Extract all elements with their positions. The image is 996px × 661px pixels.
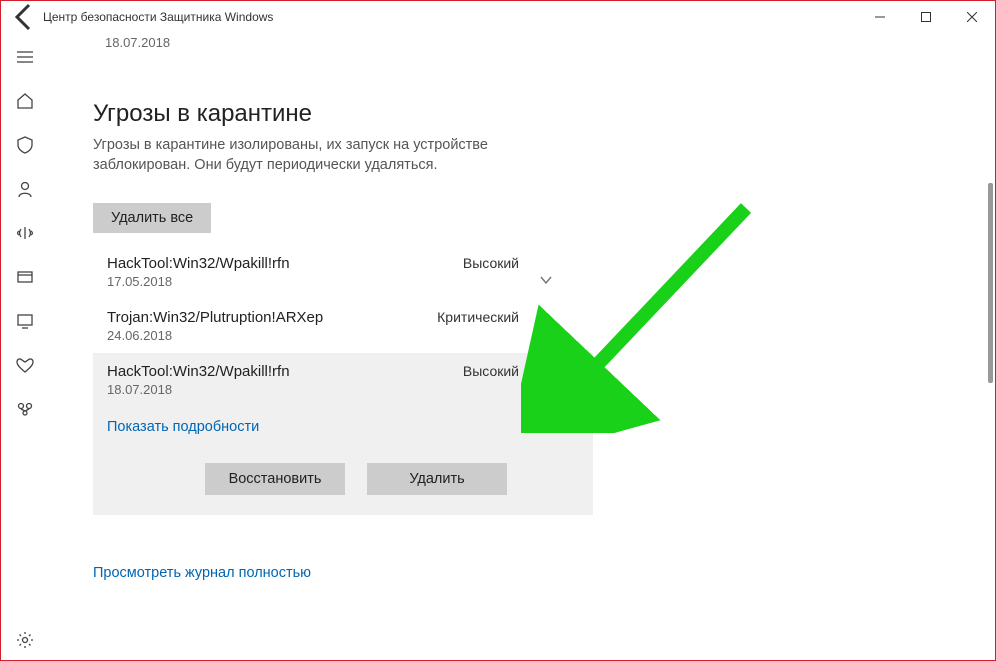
body: 18.07.2018 Угрозы в карантине Угрозы в к…: [1, 33, 995, 660]
delete-all-button[interactable]: Удалить все: [93, 203, 211, 233]
window-title: Центр безопасности Защитника Windows: [43, 10, 273, 24]
main-content: 18.07.2018 Угрозы в карантине Угрозы в к…: [49, 33, 995, 660]
show-details-link[interactable]: Показать подробности: [107, 419, 579, 435]
view-full-log-link[interactable]: Просмотреть журнал полностью: [93, 565, 955, 581]
threat-date: 17.05.2018: [107, 274, 579, 289]
sidebar: [1, 33, 49, 660]
page-subtitle: Угрозы в карантине изолированы, их запус…: [93, 136, 533, 175]
threat-item[interactable]: HackTool:Win32/Wpakill!rfn 17.05.2018 Вы…: [93, 245, 593, 299]
titlebar: Центр безопасности Защитника Windows: [1, 1, 995, 33]
device-health-icon[interactable]: [1, 345, 49, 385]
minimize-button[interactable]: [857, 1, 903, 33]
page-heading: Угрозы в карантине: [93, 100, 955, 128]
threat-severity: Высокий: [463, 363, 519, 379]
firewall-icon[interactable]: [1, 213, 49, 253]
threat-severity: Высокий: [463, 255, 519, 271]
app-control-icon[interactable]: [1, 257, 49, 297]
settings-icon[interactable]: [1, 620, 49, 660]
family-icon[interactable]: [1, 389, 49, 429]
back-button[interactable]: [9, 1, 41, 33]
maximize-button[interactable]: [903, 1, 949, 33]
hamburger-menu-icon[interactable]: [1, 37, 49, 77]
chevron-down-icon[interactable]: [539, 327, 553, 346]
threat-item[interactable]: Trojan:Win32/Plutruption!ARXep 24.06.201…: [93, 299, 593, 353]
scrollbar-thumb[interactable]: [988, 183, 993, 383]
threat-date: 18.07.2018: [107, 382, 579, 397]
top-date: 18.07.2018: [105, 35, 955, 50]
threat-item-expanded[interactable]: HackTool:Win32/Wpakill!rfn 18.07.2018 Вы…: [93, 353, 593, 515]
close-button[interactable]: [949, 1, 995, 33]
chevron-down-icon[interactable]: [539, 273, 553, 292]
device-performance-icon[interactable]: [1, 301, 49, 341]
threat-date: 24.06.2018: [107, 328, 579, 343]
app-window: Центр безопасности Защитника Windows: [0, 0, 996, 661]
action-row: Восстановить Удалить: [205, 463, 579, 495]
remove-button[interactable]: Удалить: [367, 463, 507, 495]
home-icon[interactable]: [1, 81, 49, 121]
shield-icon[interactable]: [1, 125, 49, 165]
restore-button[interactable]: Восстановить: [205, 463, 345, 495]
threat-severity: Критический: [437, 309, 519, 325]
chevron-up-icon[interactable]: [539, 381, 553, 400]
account-icon[interactable]: [1, 169, 49, 209]
threat-list: HackTool:Win32/Wpakill!rfn 17.05.2018 Вы…: [93, 245, 593, 515]
